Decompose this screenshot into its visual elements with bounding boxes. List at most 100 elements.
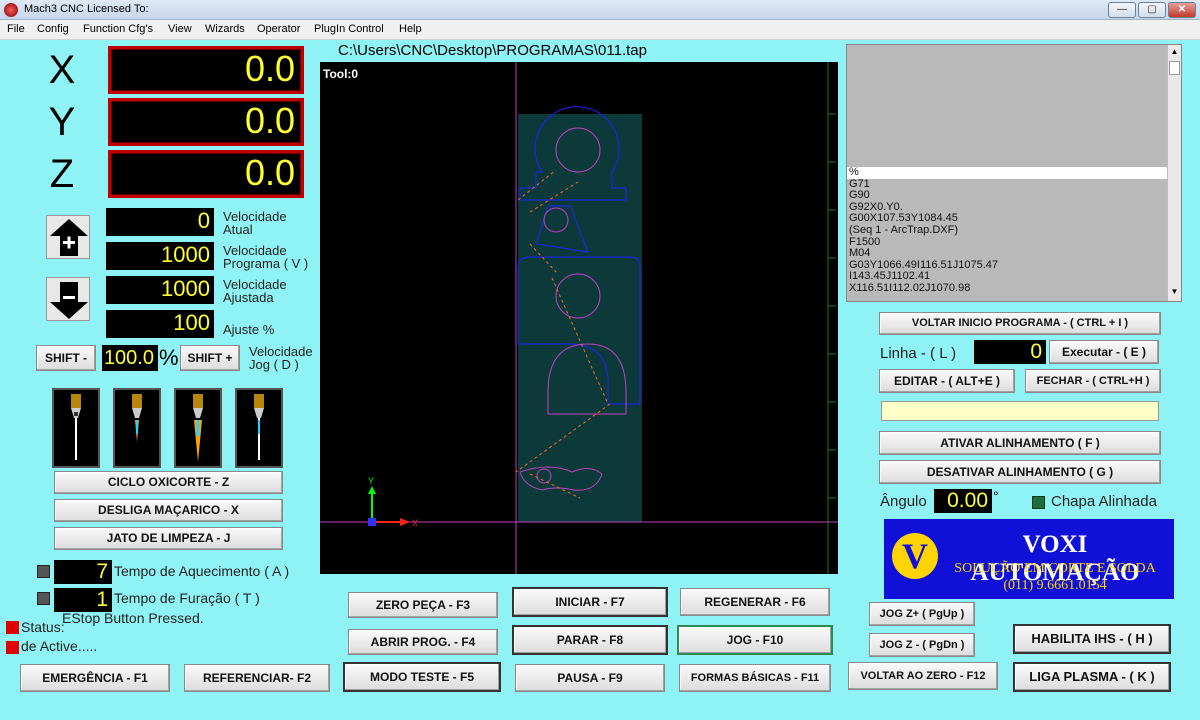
gcode-list[interactable]: % G71 G90 G92X0.Y0. G00X107.53Y1084.45 (… [846, 44, 1182, 302]
voltar-ao-zero-button[interactable]: VOLTAR AO ZERO - F12 [848, 662, 998, 690]
title-bar: Mach3 CNC Licensed To: — ▢ ✕ [0, 0, 1200, 20]
toolpath-display[interactable]: Tool:0 Y X [320, 62, 838, 574]
desativar-alinhamento-button[interactable]: DESATIVAR ALINHAMENTO ( G ) [879, 460, 1161, 484]
velocidade-atual-label: Velocidade Atual [223, 209, 287, 237]
jog-button[interactable]: JOG - F10 [677, 625, 833, 655]
shift-plus-button[interactable]: SHIFT + [180, 345, 240, 371]
menu-operator[interactable]: Operator [257, 23, 300, 35]
linha-label: Linha - ( L ) [880, 345, 957, 362]
executar-button[interactable]: Executar - ( E ) [1049, 340, 1159, 364]
velocidade-programa-label: Velocidade Programa ( V ) [223, 243, 309, 271]
angulo-field[interactable]: 0.00 [934, 489, 992, 513]
scroll-thumb[interactable] [1169, 61, 1180, 75]
jog-percent-field[interactable]: 100.0 [102, 345, 158, 371]
voxi-logo: V VOXI AUTOMAÇÃO SOLUÇÃO EM CORTE E SOLD… [884, 519, 1174, 599]
gcode-line[interactable]: G90 [847, 190, 1167, 202]
feed-down-button[interactable] [46, 277, 90, 321]
y-dro[interactable]: 0.0 [108, 98, 304, 146]
gcode-line[interactable]: G71 [847, 179, 1167, 191]
jog-percent-sign: % [159, 345, 179, 370]
furacao-led [37, 592, 50, 605]
gcode-line[interactable]: F1500 [847, 237, 1167, 249]
menu-plugin-control[interactable]: PlugIn Control [314, 23, 384, 35]
ajuste-percent-label: Ajuste % [223, 322, 275, 337]
svg-text:X: X [412, 518, 418, 528]
torch-preheat-icon[interactable] [52, 388, 100, 468]
velocidade-atual-field: 0 [106, 208, 214, 236]
arrow-down-minus-icon [50, 282, 88, 319]
ativar-alinhamento-button[interactable]: ATIVAR ALINHAMENTO ( F ) [879, 431, 1161, 455]
desliga-macarico-button[interactable]: DESLIGA MAÇARICO - X [54, 499, 283, 522]
torch-cleaning-icon[interactable] [235, 388, 283, 468]
gcode-line[interactable]: M04 [847, 248, 1167, 260]
linha-field[interactable]: 0 [974, 340, 1046, 364]
gcode-line[interactable]: I143.45J1102.41 [847, 271, 1167, 283]
menu-file[interactable]: File [7, 23, 25, 35]
zero-peca-button[interactable]: ZERO PEÇA - F3 [348, 592, 498, 618]
menu-config[interactable]: Config [37, 23, 69, 35]
shift-minus-button[interactable]: SHIFT - [36, 345, 96, 371]
mode-led [6, 641, 19, 654]
tempo-aquecimento-label: Tempo de Aquecimento ( A ) [114, 563, 290, 579]
gcode-line[interactable]: % [847, 167, 1167, 179]
liga-plasma-button[interactable]: LIGA PLASMA - ( K ) [1013, 662, 1171, 692]
tool-label: Tool:0 [323, 67, 358, 81]
torch-flame-icon[interactable] [113, 388, 161, 468]
gcode-line[interactable]: (Seq 1 - ArcTrap.DXF) [847, 225, 1167, 237]
status-text-field[interactable] [881, 401, 1159, 421]
regenerar-button[interactable]: REGENERAR - F6 [680, 588, 830, 616]
torch-cutting-icon[interactable] [174, 388, 222, 468]
velocidade-jog-label: Velocidade Jog ( D ) [249, 344, 313, 372]
ajuste-percent-field[interactable]: 100 [106, 310, 214, 338]
jog-z-plus-button[interactable]: JOG Z+ ( PgUp ) [869, 602, 975, 626]
menu-help[interactable]: Help [399, 23, 422, 35]
formas-basicas-button[interactable]: FORMAS BÁSICAS - F11 [679, 664, 831, 692]
editar-button[interactable]: EDITAR - ( ALT+E ) [879, 369, 1015, 393]
logo-v-icon: V [892, 533, 938, 579]
gcode-line[interactable]: G00X107.53Y1084.45 [847, 213, 1167, 225]
jog-z-minus-button[interactable]: JOG Z - ( PgDn ) [869, 633, 975, 657]
close-button[interactable]: ✕ [1168, 2, 1196, 18]
gcode-line[interactable]: X116.51I112.02J1070.98 [847, 283, 1167, 295]
emergencia-button[interactable]: EMERGÊNCIA - F1 [20, 664, 170, 692]
window-title: Mach3 CNC Licensed To: [24, 3, 149, 15]
maximize-button[interactable]: ▢ [1138, 2, 1166, 18]
scroll-up-icon[interactable]: ▲ [1169, 47, 1180, 57]
iniciar-button[interactable]: INICIAR - F7 [512, 587, 668, 617]
velocidade-programa-field[interactable]: 1000 [106, 242, 214, 270]
status-message: EStop Button Pressed. [62, 610, 204, 626]
x-dro[interactable]: 0.0 [108, 46, 304, 94]
tempo-furacao-field[interactable]: 1 [54, 588, 112, 612]
logo-tagline: SOLUÇÃO EM CORTE E SOLDA [954, 561, 1156, 576]
tempo-aquecimento-field[interactable]: 7 [54, 560, 112, 584]
gcode-line[interactable]: G92X0.Y0. [847, 202, 1167, 214]
pausa-button[interactable]: PAUSA - F9 [515, 664, 665, 692]
angulo-label: Ângulo [880, 493, 927, 510]
arrow-up-plus-icon [50, 219, 88, 256]
voltar-inicio-programa-button[interactable]: VOLTAR INICIO PROGRAMA - ( CTRL + I ) [879, 312, 1161, 335]
axis-origin-icon: Y X [368, 476, 418, 528]
menu-wizards[interactable]: Wizards [205, 23, 245, 35]
menu-view[interactable]: View [168, 23, 192, 35]
feed-up-button[interactable] [46, 215, 90, 259]
aquecimento-led [37, 565, 50, 578]
ruler-ticks [828, 113, 836, 499]
ciclo-oxicorte-button[interactable]: CICLO OXICORTE - Z [54, 471, 283, 494]
parar-button[interactable]: PARAR - F8 [512, 625, 668, 655]
referenciar-button[interactable]: REFERENCIAR- F2 [184, 664, 330, 692]
modo-teste-button[interactable]: MODO TESTE - F5 [343, 662, 501, 692]
minimize-button[interactable]: — [1108, 2, 1136, 18]
jato-limpeza-button[interactable]: JATO DE LIMPEZA - J [54, 527, 283, 550]
z-dro[interactable]: 0.0 [108, 150, 304, 198]
mach3-app-icon [4, 3, 18, 17]
abrir-prog-button[interactable]: ABRIR PROG. - F4 [348, 629, 498, 655]
velocidade-ajustada-field: 1000 [106, 276, 214, 304]
scroll-down-icon[interactable]: ▼ [1169, 287, 1180, 297]
habilita-ihs-button[interactable]: HABILITA IHS - ( H ) [1013, 624, 1171, 654]
menu-function-cfgs[interactable]: Function Cfg's [83, 23, 153, 35]
gcode-line[interactable]: G03Y1066.49I116.51J1075.47 [847, 260, 1167, 272]
fechar-button[interactable]: FECHAR - ( CTRL+H ) [1025, 369, 1161, 393]
gcode-scrollbar[interactable]: ▲ ▼ [1167, 45, 1181, 301]
logo-phone: (011) 9.6661.0154 [1003, 578, 1107, 593]
file-path: C:\Users\CNC\Desktop\PROGRAMAS\011.tap [338, 42, 647, 59]
